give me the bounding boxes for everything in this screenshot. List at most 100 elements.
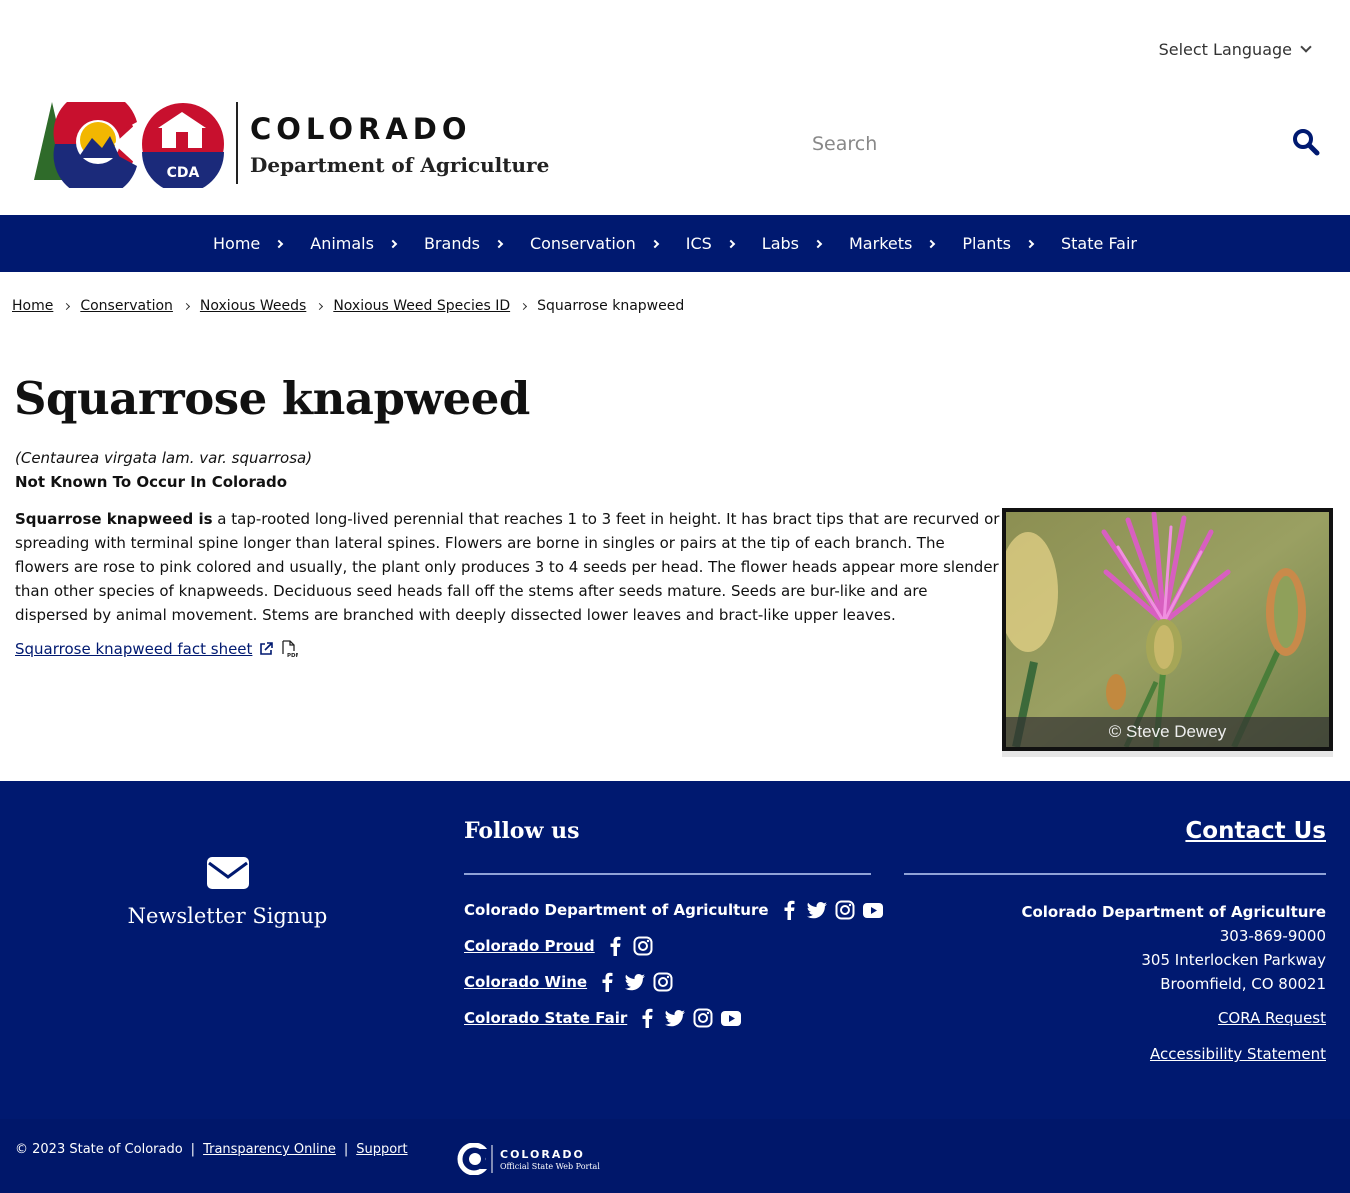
chevron-right-icon [275,239,284,248]
nav-item-brands[interactable]: Brands [410,215,516,272]
language-select[interactable]: Select Language [1158,40,1312,59]
state-portal-logo[interactable] [454,1142,494,1179]
social-link-colorado-proud[interactable]: Colorado Proud [464,937,595,955]
envelope-icon [207,857,249,889]
facebook-icon[interactable] [779,900,799,920]
nav-label: Brands [423,234,480,253]
nav-item-conservation[interactable]: Conservation [516,215,672,272]
contact-us-link[interactable]: Contact Us [1185,818,1326,844]
fact-sheet-link[interactable]: Squarrose knapweed fact sheet [15,640,252,658]
divider [904,873,1326,875]
contact-city: Broomfield, CO 80021 [1160,975,1326,993]
photo-divider [1002,751,1333,757]
nav-label: Home [213,234,261,253]
social-row-colorado-wine: Colorado Wine [464,972,673,992]
chevron-right-icon [1025,239,1035,248]
nav-item-ics[interactable]: ICS [672,215,748,272]
search-input[interactable] [800,126,1280,162]
portal-title: COLORADO [500,1148,585,1161]
search-icon [1293,129,1320,156]
chevron-right-icon [927,239,936,248]
social-link-colorado-wine[interactable]: Colorado Wine [464,973,587,991]
twitter-icon[interactable] [665,1008,686,1028]
fact-sheet-link-row: Squarrose knapweed fact sheet PDF [15,640,298,658]
chevron-right-icon [726,239,736,248]
instagram-icon[interactable] [653,972,673,992]
facebook-icon[interactable] [605,936,625,956]
twitter-icon[interactable] [806,900,827,920]
nav-item-labs[interactable]: Labs [748,215,835,272]
nav-label: State Fair [1061,234,1137,253]
contact-phone: 303-869-9000 [1219,927,1326,945]
breadcrumb-species-id[interactable]: Noxious Weed Species ID [333,298,510,314]
youtube-icon[interactable] [862,900,883,920]
photo-caption: © Steve Dewey [1006,717,1329,747]
twitter-icon[interactable] [625,972,646,992]
nav-label: Labs [761,234,799,253]
transparency-online-link[interactable]: Transparency Online [203,1142,336,1157]
newsletter-link[interactable] [207,857,249,893]
main-nav: Home Animals Brands Conservation ICS Lab… [0,215,1350,272]
contact-org: Colorado Department of Agriculture [1021,903,1326,921]
copyright-text: © 2023 State of Colorado [15,1142,183,1157]
breadcrumb: Home Conservation Noxious Weeds Noxious … [12,298,684,314]
scientific-name: (Centaurea virgata lam. var. squarrosa) [15,449,313,467]
logo-badge-text: CDA [167,165,200,181]
colorado-portal-icon [457,1142,494,1176]
description: Squarrose knapweed is a tap-rooted long-… [15,507,1000,627]
instagram-icon[interactable] [693,1008,713,1028]
youtube-icon[interactable] [721,1008,742,1028]
status-text: Not Known To Occur In Colorado [15,473,288,491]
chevron-right-icon [650,239,659,248]
divider [464,873,871,875]
nav-label: Markets [849,234,913,253]
species-photo: © Steve Dewey [1002,508,1333,751]
copyright-row: © 2023 State of Colorado | Transparency … [15,1142,408,1157]
contact-info: Colorado Department of Agriculture 303-8… [1021,900,1326,996]
accessibility-statement-link[interactable]: Accessibility Statement [1150,1045,1326,1063]
social-row-cda: Colorado Department of Agriculture [464,900,883,920]
social-link-colorado-state-fair[interactable]: Colorado State Fair [464,1009,627,1027]
page-title: Squarrose knapweed [14,372,530,425]
nav-item-state-fair[interactable]: State Fair [1047,215,1151,272]
chevron-right-icon [520,302,528,310]
nav-item-home[interactable]: Home [199,215,296,272]
breadcrumb-home[interactable]: Home [12,298,53,314]
chevron-right-icon [813,239,823,248]
nav-label: ICS [685,234,712,253]
instagram-icon[interactable] [633,936,653,956]
external-link-icon [260,642,274,655]
logo-title: COLORADO [250,112,472,146]
contact-street: 305 Interlocken Parkway [1141,951,1326,969]
breadcrumb-noxious-weeds[interactable]: Noxious Weeds [200,298,306,314]
nav-label: Animals [310,234,374,253]
separator: | [190,1142,196,1157]
follow-us-heading: Follow us [464,818,580,844]
cora-request-link[interactable]: CORA Request [1218,1009,1326,1027]
social-label: Colorado Department of Agriculture [464,901,769,919]
search-button[interactable] [1292,128,1322,158]
facebook-icon[interactable] [637,1008,657,1028]
newsletter-label[interactable]: Newsletter Signup [0,904,455,928]
chevron-right-icon [494,239,504,248]
chevron-down-icon [1300,41,1312,53]
breadcrumb-current: Squarrose knapweed [537,298,685,314]
support-link[interactable]: Support [356,1142,407,1157]
nav-item-markets[interactable]: Markets [835,215,948,272]
chevron-right-icon [63,302,71,310]
svg-text:PDF: PDF [287,653,298,658]
logo-subtitle: Department of Agriculture [250,153,550,177]
social-row-colorado-proud: Colorado Proud [464,936,653,956]
nav-item-animals[interactable]: Animals [296,215,410,272]
social-row-colorado-state-fair: Colorado State Fair [464,1008,742,1028]
knapweed-flower-image [1006,512,1329,747]
chevron-right-icon [388,239,398,248]
instagram-icon[interactable] [835,900,855,920]
separator: | [343,1142,349,1157]
nav-item-plants[interactable]: Plants [948,215,1047,272]
chevron-right-icon [182,302,190,310]
facebook-icon[interactable] [597,972,617,992]
portal-subtitle: Official State Web Portal [500,1162,600,1171]
language-select-label: Select Language [1158,40,1292,59]
breadcrumb-conservation[interactable]: Conservation [80,298,173,314]
